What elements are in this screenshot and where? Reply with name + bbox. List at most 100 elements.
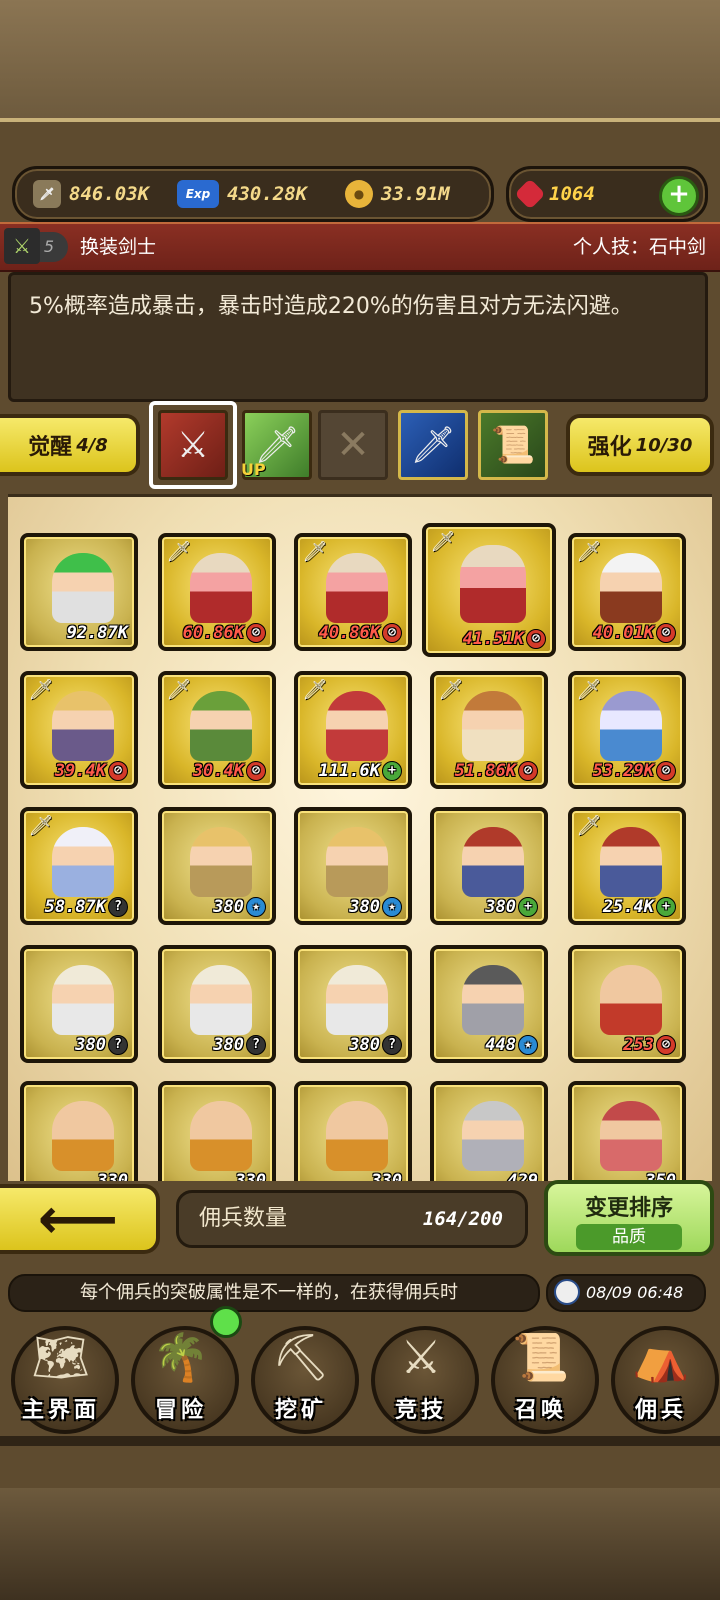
mercenary-card[interactable]: 🗡 60.86K ⊘ xyxy=(158,533,276,651)
mercenary-portrait xyxy=(190,1101,252,1171)
mercenary-card[interactable]: 🗡 39.4K ⊘ xyxy=(20,671,138,789)
blade-icon: 🗡 xyxy=(410,425,456,466)
gem-bar: 1064 + xyxy=(506,166,708,222)
mercenary-card[interactable]: 330 xyxy=(20,1081,138,1181)
skill-description-box: 5%概率造成暴击，暴击时造成220%的伤害且对方无法闪避。 xyxy=(8,272,708,402)
mercenary-power: 92.87K xyxy=(67,623,128,643)
gem-icon xyxy=(514,178,546,210)
mercenary-card[interactable]: 380 ★ xyxy=(294,807,412,925)
crossed-blade-icon: ⚔ xyxy=(176,424,210,466)
power-value: 429 xyxy=(507,1171,538,1181)
enhance-button[interactable]: 强化 10/30 xyxy=(566,414,714,476)
power-value: 39.4K xyxy=(54,761,106,781)
mercenary-card[interactable]: 429 xyxy=(430,1081,548,1181)
exp-icon: Exp xyxy=(177,180,219,208)
mercenary-card[interactable]: 🗡 111.6K + xyxy=(294,671,412,789)
mercenary-card[interactable]: 🗡 53.29K ⊘ xyxy=(568,671,686,789)
mercenary-card[interactable]: 350 xyxy=(568,1081,686,1181)
tab-scroll[interactable]: 📜 xyxy=(478,410,548,480)
skill-name: 换装剑士 xyxy=(80,236,157,258)
mercenary-card[interactable]: 380? xyxy=(158,945,276,1063)
mercenary-power: 40.01K ⊘ xyxy=(593,623,676,643)
mercenary-power: 380? xyxy=(349,1035,402,1055)
power-value: 330 xyxy=(371,1171,402,1181)
exp-resource: Exp 430.28K xyxy=(177,169,307,219)
green-status-icon: + xyxy=(656,897,676,917)
red-status-icon: ⊘ xyxy=(656,623,676,643)
power-value: 380 xyxy=(213,897,244,917)
mercenary-portrait xyxy=(460,545,526,623)
pickaxe-icon: ⛏ xyxy=(271,1330,331,1384)
sort-mode: 品质 xyxy=(576,1224,682,1250)
mercenary-card[interactable]: 380 + xyxy=(430,807,548,925)
equipped-weapon-icon: 🗡 xyxy=(166,677,192,701)
mercenary-card[interactable]: 380 ★ xyxy=(158,807,276,925)
power-value: 380 xyxy=(485,897,516,917)
sort-label: 变更排序 xyxy=(584,1196,673,1221)
mercenary-power: 380 ★ xyxy=(349,897,402,917)
map-background-bottom xyxy=(0,1488,720,1600)
mercenary-card[interactable]: 🗡 40.86K ⊘ xyxy=(294,533,412,651)
power-value: 53.29K xyxy=(592,761,654,781)
tab-locked[interactable]: ✕ xyxy=(318,410,388,480)
exp-value: 430.28K xyxy=(227,183,308,205)
help-status-icon: ? xyxy=(246,1035,266,1055)
count-value: 164/200 xyxy=(422,1208,503,1230)
mercenary-power: 330 xyxy=(97,1171,128,1181)
mercenary-portrait xyxy=(52,1101,114,1171)
mercenary-card[interactable]: 330 xyxy=(294,1081,412,1181)
attack-value: 846.03K xyxy=(69,183,150,205)
nav-item-5[interactable]: ⛺ 佣兵 xyxy=(602,1320,720,1444)
tab-blade[interactable]: 🗡 xyxy=(398,410,468,480)
power-value: 51.86K xyxy=(454,761,516,781)
nav-item-1[interactable]: 🌴 冒险 xyxy=(122,1306,242,1444)
tab-sword-skill[interactable]: ⚔ xyxy=(149,401,237,489)
awaken-label: 觉醒 xyxy=(28,435,73,460)
mercenary-grid[interactable]: 92.87K 🗡 60.86K ⊘ 🗡 40.86K ⊘ 🗡 41.51K ⊘ 🗡 40.01K ⊘ 🗡 3… xyxy=(8,494,712,1181)
mercenary-card[interactable]: 🗡 25.4K + xyxy=(568,807,686,925)
nav-item-2[interactable]: ⛏ 挖矿 xyxy=(242,1320,360,1444)
notification-dot xyxy=(210,1306,242,1338)
power-value: 40.86K xyxy=(318,623,380,643)
nav-label: 佣兵 xyxy=(634,1398,687,1423)
enhance-label: 强化 xyxy=(587,435,632,460)
mercenary-card[interactable]: 92.87K xyxy=(20,533,138,651)
clock-time: 08/09 06:48 xyxy=(586,1283,684,1302)
mercenary-card[interactable]: 🗡 58.87K? xyxy=(20,807,138,925)
mercenary-card[interactable]: 253 ⊘ xyxy=(568,945,686,1063)
skill-sword-icon: ⚔ xyxy=(4,228,40,264)
nav-item-0[interactable]: 🗺 主界面 xyxy=(2,1320,120,1444)
close-icon: ✕ xyxy=(336,422,370,468)
back-button[interactable]: ⟵ xyxy=(0,1184,160,1254)
mercenary-card[interactable]: 380? xyxy=(20,945,138,1063)
mercenary-power: 53.29K ⊘ xyxy=(593,761,676,781)
mercenary-power: 380? xyxy=(75,1035,128,1055)
mercenary-card[interactable]: 🗡 41.51K ⊘ xyxy=(422,523,556,657)
mercenary-card[interactable]: 🗡 51.86K ⊘ xyxy=(430,671,548,789)
mercenary-power: 40.86K ⊘ xyxy=(319,623,402,643)
gem-value: 1064 xyxy=(549,183,595,205)
tab-upgrade[interactable]: 🗡 UP xyxy=(241,410,312,480)
mercenary-power: 380 + xyxy=(485,897,538,917)
mercenary-card[interactable]: 🗡 40.01K ⊘ xyxy=(568,533,686,651)
awaken-button[interactable]: 觉醒 4/8 xyxy=(0,414,140,476)
personal-skill: 个人技：石中剑 xyxy=(572,236,706,258)
add-gems-button[interactable]: + xyxy=(659,176,699,216)
mercenary-card[interactable]: 330 xyxy=(158,1081,276,1181)
equipped-weapon-icon: 🗡 xyxy=(576,539,602,563)
red-status-icon: ⊘ xyxy=(656,761,676,781)
mercenary-card[interactable]: 448 ★ xyxy=(430,945,548,1063)
mercenary-portrait xyxy=(462,1101,524,1171)
bottom-navigation: 🗺 主界面 🌴 冒险 ⛏ 挖矿 ⚔ 竞技 📜 召唤 ⛺ 佣兵 xyxy=(0,1306,720,1446)
mercenary-card[interactable]: 🗡 30.4K ⊘ xyxy=(158,671,276,789)
change-sort-button[interactable]: 变更排序 品质 xyxy=(544,1180,714,1256)
power-value: 330 xyxy=(235,1171,266,1181)
sword-icon: 🗡 xyxy=(33,180,61,208)
nav-item-3[interactable]: ⚔ 竞技 xyxy=(362,1320,480,1444)
mercenary-card[interactable]: 380? xyxy=(294,945,412,1063)
mercenary-portrait xyxy=(52,965,114,1035)
mercenary-portrait xyxy=(462,691,524,761)
mercenary-portrait xyxy=(600,1101,662,1171)
red-status-icon: ⊘ xyxy=(246,623,266,643)
nav-item-4[interactable]: 📜 召唤 xyxy=(482,1320,600,1444)
